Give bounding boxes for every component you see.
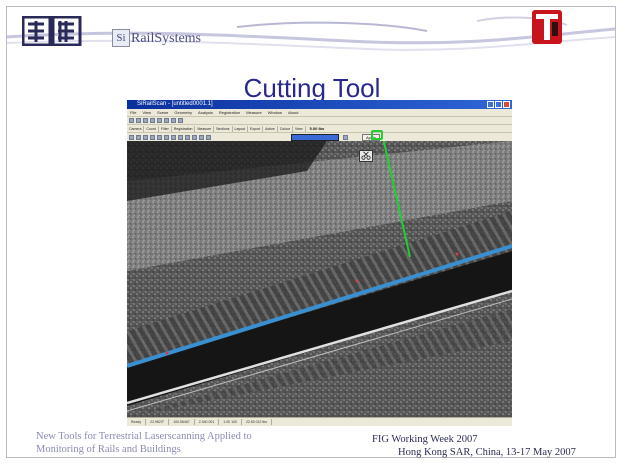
tab-colour[interactable]: Colour [278,125,294,132]
tab-active[interactable]: Active [263,125,278,132]
tab-measure[interactable]: Measure [195,125,215,132]
status-cell: 22.50 012 lbs [242,419,272,425]
footer-right: FIG Working Week 2007 Hong Kong SAR, Chi… [372,433,612,459]
cutting-tool-button-icon[interactable] [343,134,348,140]
status-ready: Ready [127,419,147,425]
tab-sections[interactable]: Sections [214,125,233,132]
line-icon[interactable] [206,134,211,140]
tab-camera[interactable]: Camera [127,125,145,132]
app-tabbar: Camera Coord Filter Registration Measure… [127,124,512,132]
menu-file[interactable]: File [130,109,136,116]
tab-export[interactable]: Export [248,125,264,132]
paste-icon[interactable] [164,118,169,123]
marker-point [165,351,169,355]
pointcloud-viewport[interactable] [127,141,512,417]
brand-logo-box: Si [112,29,130,47]
zoom-icon[interactable] [129,134,134,140]
cutting-tool-highlight [371,130,383,140]
new-icon[interactable] [129,118,134,123]
footer-left: New Tools for Terrestrial Laserscanning … [36,430,316,456]
save-icon[interactable] [143,118,148,123]
application-screenshot: SiRailScan - [untitled0001.1] File View … [127,100,512,426]
menu-registration[interactable]: Registration [219,109,240,116]
menu-view[interactable]: View [142,109,151,116]
cut-icon[interactable] [150,118,155,123]
menu-window[interactable]: Window [268,109,282,116]
close-icon[interactable] [503,101,510,108]
element-combo[interactable] [291,133,339,141]
header-decoration [7,16,615,51]
grid-icon[interactable] [185,134,190,140]
menu-geometry[interactable]: Geometry [174,109,192,116]
layer-icon[interactable] [192,134,197,140]
app-titlebar: SiRailScan - [untitled0001.1] [127,100,512,109]
footer-right-line2: Hong Kong SAR, China, 13-17 May 2007 [398,447,576,458]
lane-value: 5.00 lbs [309,126,325,131]
institute-logo [22,16,82,46]
copy-icon[interactable] [157,118,162,123]
tab-registration[interactable]: Registration [172,125,196,132]
status-cell: 2.340 001 [195,419,220,425]
brand: Si RailSystems [112,27,201,47]
minimize-icon[interactable] [487,101,494,108]
tab-view[interactable]: View [293,125,306,132]
maximize-icon[interactable] [495,101,502,108]
footer-right-line1: FIG Working Week 2007 [372,434,478,445]
status-cell: 100.56467 [169,419,195,425]
status-cell: 1.00 100 [219,419,242,425]
menu-scene[interactable]: Scene [157,109,168,116]
color-icon[interactable] [178,134,183,140]
app-statusbar: Ready 22.9823° 100.56467 2.340 001 1.00 … [127,417,512,426]
scissors-icon [359,150,373,162]
menu-analysis[interactable]: Analysis [198,109,213,116]
tab-coord[interactable]: Coord [144,125,159,132]
undo-icon[interactable] [171,118,176,123]
app-window-title: SiRailScan - [untitled0001.1] [137,101,213,107]
menu-measure[interactable]: Measure [246,109,262,116]
point-icon[interactable] [199,134,204,140]
fit-icon[interactable] [164,134,169,140]
brand-name: RailSystems [131,31,202,46]
measure-icon[interactable] [157,134,162,140]
select-icon[interactable] [150,134,155,140]
tab-filter[interactable]: Filter [159,125,172,132]
menu-about[interactable]: About [288,109,298,116]
app-menubar: File View Scene Geometry Analysis Regist… [127,109,512,116]
redo-icon[interactable] [178,118,183,123]
rotate-icon[interactable] [143,134,148,140]
app-toolbar-1 [127,116,512,124]
footer-left-line1: New Tools for Terrestrial Laserscanning … [36,431,252,442]
university-logo [532,10,562,44]
window-controls [486,101,510,108]
marker-point [455,252,459,256]
pan-icon[interactable] [136,134,141,140]
header-band [7,7,615,62]
footer-left-line2: Monitoring of Rails and Buildings [36,444,181,455]
section-icon[interactable] [171,134,176,140]
status-cell: 22.9823° [146,419,170,425]
tab-layout[interactable]: Layout [233,125,249,132]
slide: Si RailSystems Cutting Tool SiRailScan -… [0,0,624,463]
open-icon[interactable] [136,118,141,123]
marker-point [355,279,359,283]
app-toolbar-2: Apply [127,132,512,141]
